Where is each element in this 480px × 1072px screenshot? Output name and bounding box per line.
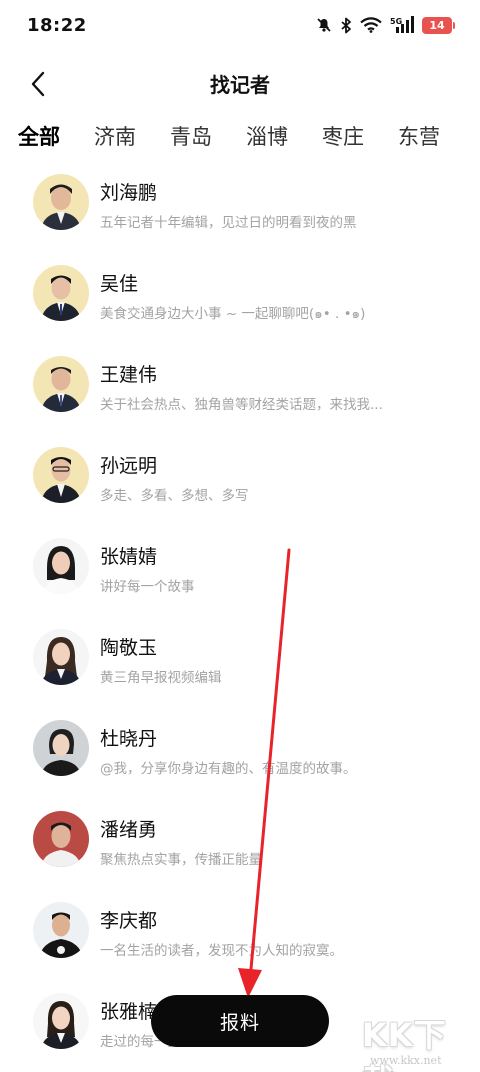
list-item[interactable]: 李庆都 一名生活的读者，发现不为人知的寂寞。 (0, 893, 480, 984)
header: 找记者 (0, 60, 480, 106)
list-item[interactable]: 王建伟 关于社会热点、独角兽等财经类话题，来找我... (0, 347, 480, 438)
svg-text:5G: 5G (390, 17, 402, 26)
avatar (33, 356, 89, 412)
list-item[interactable]: 孙远明 多走、多看、多想、多写 (0, 438, 480, 529)
reporter-name: 王建伟 (100, 364, 158, 386)
tab-all[interactable]: 全部 (12, 121, 66, 151)
avatar (33, 629, 89, 685)
tab-jinan[interactable]: 济南 (94, 121, 136, 151)
watermark-url: www.kkx.net (370, 1054, 442, 1067)
status-bar: 18:22 5G 14 (0, 0, 480, 56)
report-button[interactable]: 报料 (151, 995, 329, 1047)
reporter-desc: 关于社会热点、独角兽等财经类话题，来找我... (100, 397, 383, 413)
page-title: 找记者 (210, 73, 270, 97)
avatar (33, 447, 89, 503)
reporter-name: 潘绪勇 (100, 819, 158, 841)
tab-dongying[interactable]: 东营 (398, 121, 440, 151)
reporter-name: 张雅楠 (100, 1001, 158, 1023)
list-item[interactable]: 吴佳 美食交通身边大小事 ~ 一起聊聊吧(๑• . •๑) (0, 256, 480, 347)
list-item[interactable]: 刘海鹏 五年记者十年编辑，见过日的明看到夜的黑 (0, 165, 480, 256)
reporter-desc: 多走、多看、多想、多写 (100, 488, 249, 504)
reporter-name: 陶敬玉 (100, 637, 158, 659)
reporter-desc: @我，分享你身边有趣的、有温度的故事。 (100, 761, 357, 777)
wifi-icon (360, 17, 382, 33)
list-item[interactable]: 陶敬玉 黄三角早报视频编辑 (0, 620, 480, 711)
reporter-desc: 一名生活的读者，发现不为人知的寂寞。 (100, 943, 343, 959)
signal-icon: 5G (390, 16, 414, 34)
status-time: 18:22 (27, 15, 87, 36)
list-item[interactable]: 杜晓丹 @我，分享你身边有趣的、有温度的故事。 (0, 711, 480, 802)
status-icons: 5G 14 (316, 16, 455, 34)
reporter-desc: 美食交通身边大小事 ~ 一起聊聊吧(๑• . •๑) (100, 306, 366, 322)
reporter-name: 李庆都 (100, 910, 158, 932)
list-item[interactable]: 张婧婧 讲好每一个故事 (0, 529, 480, 620)
avatar (33, 174, 89, 230)
reporter-name: 刘海鹏 (100, 182, 158, 204)
avatar (33, 811, 89, 867)
battery-icon: 14 (422, 16, 455, 34)
reporter-desc: 讲好每一个故事 (100, 579, 195, 595)
reporter-name: 吴佳 (100, 273, 139, 295)
screen: 18:22 5G 14 找记者 全部 济南 青岛 淄博 枣庄 东营 刘海鹏 五年… (0, 0, 480, 1072)
avatar (33, 720, 89, 776)
avatar (33, 538, 89, 594)
city-tabs: 全部 济南 青岛 淄博 枣庄 东营 (0, 112, 480, 160)
reporter-name: 张婧婧 (100, 546, 158, 568)
reporter-desc: 五年记者十年编辑，见过日的明看到夜的黑 (100, 215, 357, 231)
watermark-logo: KK下载 www.kkx.net (362, 1010, 474, 1072)
bluetooth-icon (340, 17, 352, 34)
reporter-desc: 黄三角早报视频编辑 (100, 670, 222, 686)
reporter-name: 孙远明 (100, 455, 158, 477)
avatar (33, 902, 89, 958)
tab-qingdao[interactable]: 青岛 (170, 121, 212, 151)
reporter-list: 刘海鹏 五年记者十年编辑，见过日的明看到夜的黑 吴佳 美食交通身边大小事 ~ 一… (0, 165, 480, 1072)
mute-icon (316, 17, 332, 33)
reporter-desc: 聚焦热点实事，传播正能量 (100, 852, 262, 868)
avatar (33, 993, 89, 1049)
avatar (33, 265, 89, 321)
tab-zaozhuang[interactable]: 枣庄 (322, 121, 364, 151)
reporter-name: 杜晓丹 (100, 728, 158, 750)
list-item[interactable]: 潘绪勇 聚焦热点实事，传播正能量 (0, 802, 480, 893)
tab-zibo[interactable]: 淄博 (246, 121, 288, 151)
